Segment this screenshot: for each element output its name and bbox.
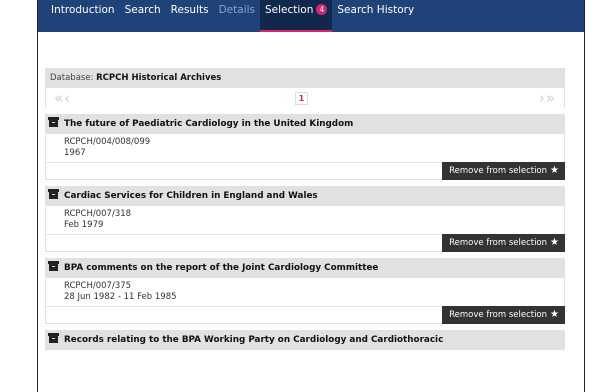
record-title[interactable]: The future of Paediatric Cardiology in t… bbox=[64, 119, 353, 129]
record-title-bar[interactable]: BPA comments on the report of the Joint … bbox=[45, 258, 565, 278]
record-actions: Remove from selection ★ bbox=[45, 234, 565, 252]
tab-search[interactable]: Search bbox=[120, 0, 166, 32]
tab-selection-label: Selection bbox=[265, 4, 314, 16]
record-title[interactable]: Cardiac Services for Children in England… bbox=[64, 191, 318, 201]
list-item: BPA comments on the report of the Joint … bbox=[45, 258, 565, 324]
record-title-bar[interactable]: Records relating to the BPA Working Part… bbox=[45, 330, 565, 350]
database-prefix: Database: bbox=[50, 73, 94, 83]
record-date: 1967 bbox=[64, 148, 86, 158]
record-date: Feb 1979 bbox=[64, 220, 104, 230]
next-last-page-icon[interactable]: ›» bbox=[539, 89, 556, 107]
tab-details[interactable]: Details bbox=[214, 0, 260, 32]
record-details: RCPCH/007/375 28 Jun 1982 - 11 Feb 1985 bbox=[45, 278, 565, 306]
remove-label: Remove from selection bbox=[449, 310, 548, 320]
remove-label: Remove from selection bbox=[449, 166, 548, 176]
app-frame: Introduction Search Results Details Sele… bbox=[37, 0, 585, 392]
star-icon: ★ bbox=[550, 309, 559, 320]
record-actions: Remove from selection ★ bbox=[45, 162, 565, 180]
star-icon: ★ bbox=[550, 165, 559, 176]
database-bar: Database: RCPCH Historical Archives bbox=[45, 68, 565, 88]
remove-from-selection-button[interactable]: Remove from selection ★ bbox=[442, 162, 565, 180]
record-title-bar[interactable]: Cardiac Services for Children in England… bbox=[45, 186, 565, 206]
pagination: «‹ 1 ›» bbox=[45, 88, 565, 108]
list-item: Records relating to the BPA Working Part… bbox=[45, 330, 565, 350]
top-navigation: Introduction Search Results Details Sele… bbox=[38, 0, 584, 32]
first-prev-page-icon[interactable]: «‹ bbox=[54, 89, 71, 107]
record-title[interactable]: Records relating to the BPA Working Part… bbox=[64, 335, 443, 345]
record-details: RCPCH/007/318 Feb 1979 bbox=[45, 206, 565, 234]
tab-search-history[interactable]: Search History bbox=[332, 0, 419, 32]
record-details: RCPCH/004/008/099 1967 bbox=[45, 134, 565, 162]
remove-label: Remove from selection bbox=[449, 238, 548, 248]
record-actions: Remove from selection ★ bbox=[45, 306, 565, 324]
remove-from-selection-button[interactable]: Remove from selection ★ bbox=[442, 306, 565, 324]
record-date: 28 Jun 1982 - 11 Feb 1985 bbox=[64, 292, 177, 302]
archive-box-icon bbox=[48, 261, 59, 271]
record-title[interactable]: BPA comments on the report of the Joint … bbox=[64, 263, 378, 273]
selection-count-badge: 4 bbox=[316, 4, 328, 15]
record-reference: RCPCH/004/008/099 bbox=[64, 137, 151, 147]
page-number-current[interactable]: 1 bbox=[295, 92, 308, 105]
record-reference: RCPCH/007/375 bbox=[64, 281, 132, 291]
star-icon: ★ bbox=[550, 237, 559, 248]
record-title-bar[interactable]: The future of Paediatric Cardiology in t… bbox=[45, 114, 565, 134]
list-item: Cardiac Services for Children in England… bbox=[45, 186, 565, 252]
archive-box-icon bbox=[48, 117, 59, 127]
remove-from-selection-button[interactable]: Remove from selection ★ bbox=[442, 234, 565, 252]
record-reference: RCPCH/007/318 bbox=[64, 209, 132, 219]
archive-box-icon bbox=[48, 333, 59, 343]
database-name: RCPCH Historical Archives bbox=[96, 73, 222, 83]
tab-selection[interactable]: Selection 4 bbox=[260, 0, 333, 32]
tab-results[interactable]: Results bbox=[166, 0, 214, 32]
archive-box-icon bbox=[48, 189, 59, 199]
selection-content: Database: RCPCH Historical Archives «‹ 1… bbox=[45, 68, 565, 350]
tab-introduction[interactable]: Introduction bbox=[46, 0, 120, 32]
list-item: The future of Paediatric Cardiology in t… bbox=[45, 114, 565, 180]
